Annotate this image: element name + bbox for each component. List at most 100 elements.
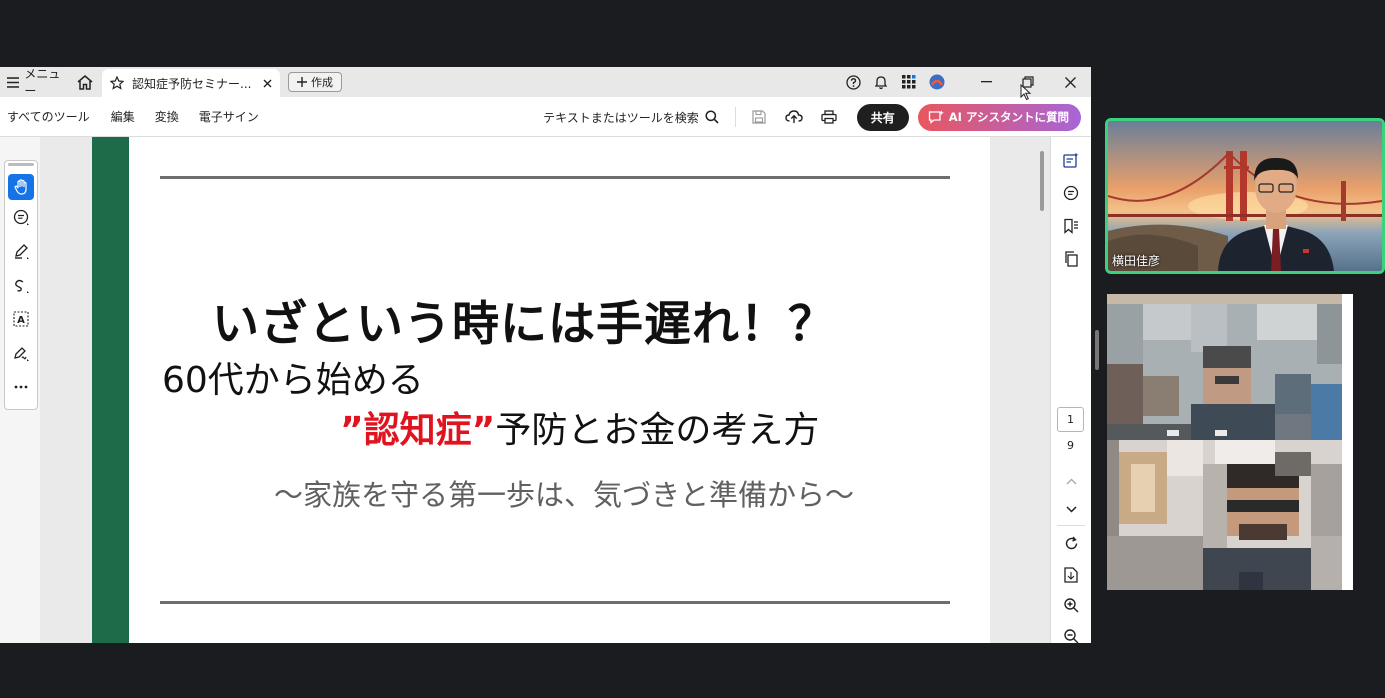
top-rule <box>160 176 950 179</box>
save-icon <box>752 110 766 124</box>
previous-page-button[interactable] <box>1051 467 1091 495</box>
video-tile-participant-2[interactable] <box>1107 440 1353 590</box>
freehand-icon <box>14 279 29 293</box>
menu-button[interactable]: メニュー <box>0 67 70 98</box>
acrobat-window: メニュー 認知症予防セミナー... 作成 すべてのツール 編集 変換 電子サイン… <box>0 67 1091 643</box>
signature-icon <box>13 346 29 361</box>
comment-icon <box>13 209 29 225</box>
hand-icon <box>14 179 27 195</box>
ai-summary-button[interactable] <box>1051 143 1091 176</box>
text-tool[interactable]: A <box>5 302 37 336</box>
hamburger-icon <box>7 76 20 88</box>
highlight-tool[interactable] <box>5 234 37 268</box>
minimize-icon <box>980 81 992 83</box>
star-icon[interactable] <box>110 76 124 90</box>
slide-side-band <box>92 137 129 643</box>
all-tools-menu[interactable]: すべてのツール <box>0 108 100 125</box>
text-box-icon: A <box>12 310 29 327</box>
right-side-panel: 1 9 <box>1050 137 1091 643</box>
edit-menu[interactable]: 編集 <box>100 108 145 125</box>
page-number-input[interactable]: 1 <box>1057 407 1084 432</box>
zoom-in-button[interactable] <box>1051 590 1091 621</box>
print-button[interactable] <box>812 97 847 137</box>
slide-line-3: ”認知症”予防とお金の考え方 <box>340 401 819 453</box>
sign-tool[interactable] <box>5 336 37 370</box>
more-icon <box>14 385 28 389</box>
participant-1-video-frame <box>1107 294 1353 440</box>
save-button[interactable] <box>742 97 777 137</box>
zoom-out-button[interactable] <box>1051 621 1091 643</box>
apps-button[interactable] <box>895 67 923 97</box>
close-tab-icon[interactable] <box>263 79 272 88</box>
zoom-in-icon <box>1063 598 1078 613</box>
toolbar-right: テキストまたはツールを検索 共有 AI アシスタントに質問 <box>543 97 1081 137</box>
share-label: 共有 <box>870 110 895 125</box>
ai-assistant-label: AI アシスタントに質問 <box>948 110 1069 124</box>
close-window-button[interactable] <box>1049 67 1091 97</box>
tool-search[interactable]: テキストまたはツールを検索 <box>543 109 719 126</box>
page-total: 9 <box>1067 439 1074 452</box>
search-placeholder: テキストまたはツールを検索 <box>543 110 699 125</box>
notifications-button[interactable] <box>867 67 895 97</box>
slide-highlight: ”認知症” <box>340 410 496 451</box>
title-bar: メニュー 認知症予防セミナー... 作成 <box>0 67 1091 98</box>
slide-title: いざという時には手遅れ！？ <box>212 297 836 352</box>
bottom-rule <box>160 601 950 604</box>
document-canvas[interactable]: いざという時には手遅れ！？ 60代から始める ”認知症”予防とお金の考え方 ～家… <box>40 137 1050 643</box>
ai-assistant-button[interactable]: AI アシスタントに質問 <box>917 103 1081 131</box>
create-button[interactable]: 作成 <box>288 72 342 92</box>
drag-handle[interactable] <box>8 163 34 166</box>
print-icon <box>821 110 837 124</box>
comment-tool[interactable] <box>5 200 37 234</box>
close-icon <box>1064 76 1076 88</box>
cloud-upload-icon <box>785 110 803 123</box>
share-button[interactable]: 共有 <box>856 103 909 131</box>
help-button[interactable] <box>839 67 867 97</box>
bookmarks-panel-button[interactable] <box>1051 209 1091 242</box>
slide-subtitle: ～家族を守る第一歩は、気づきと準備から～ <box>274 478 855 512</box>
pdf-page: いざという時には手遅れ！？ 60代から始める ”認知症”予防とお金の考え方 ～家… <box>92 137 990 643</box>
home-icon <box>77 74 93 90</box>
quick-tools-bar: A <box>4 160 38 410</box>
video-tile-edge <box>1342 294 1353 590</box>
more-tools-button[interactable] <box>5 370 37 404</box>
pages-panel-button[interactable] <box>1051 242 1091 275</box>
minimize-button[interactable] <box>965 67 1007 97</box>
ai-generate-icon <box>1063 152 1079 168</box>
create-label: 作成 <box>311 76 333 89</box>
bell-icon <box>874 75 888 89</box>
host-name-label: 横田佳彦 <box>1112 254 1161 268</box>
avatar-icon <box>929 74 945 90</box>
document-fit-icon <box>1064 566 1078 583</box>
zoom-out-icon <box>1063 629 1078 643</box>
video-tile-participant-1[interactable] <box>1107 294 1353 440</box>
host-video-frame <box>1108 121 1382 271</box>
video-tile-host[interactable]: 横田佳彦 <box>1105 118 1385 274</box>
page-fit-button[interactable] <box>1051 559 1091 590</box>
slide-line-3-rest: 予防とお金の考え方 <box>495 410 820 451</box>
refresh-icon <box>1065 536 1077 550</box>
comments-icon <box>1063 185 1079 200</box>
esign-menu[interactable]: 電子サイン <box>189 108 269 125</box>
panel-splitter[interactable] <box>1095 330 1099 370</box>
refresh-button[interactable] <box>1051 528 1091 559</box>
ai-chat-icon <box>928 110 944 124</box>
upload-button[interactable] <box>777 97 812 137</box>
draw-tool[interactable] <box>5 268 37 302</box>
convert-menu[interactable]: 変換 <box>145 108 189 125</box>
next-page-button[interactable] <box>1051 495 1091 523</box>
comments-panel-button[interactable] <box>1051 176 1091 209</box>
slide-line-2: 60代から始める <box>162 360 424 401</box>
title-right-controls <box>839 67 1091 97</box>
bookmark-icon <box>1064 218 1078 234</box>
vertical-scrollbar[interactable] <box>1040 151 1044 211</box>
tab-document[interactable]: 認知症予防セミナー... <box>102 69 280 97</box>
menu-label: メニュー <box>24 67 61 98</box>
apps-grid-icon <box>902 75 916 89</box>
hand-tool-button[interactable] <box>8 174 34 200</box>
home-button[interactable] <box>70 67 100 97</box>
plus-icon <box>297 77 307 87</box>
chevron-down-icon <box>1065 505 1077 513</box>
tab-title: 認知症予防セミナー... <box>132 76 252 91</box>
account-button[interactable] <box>923 67 951 97</box>
